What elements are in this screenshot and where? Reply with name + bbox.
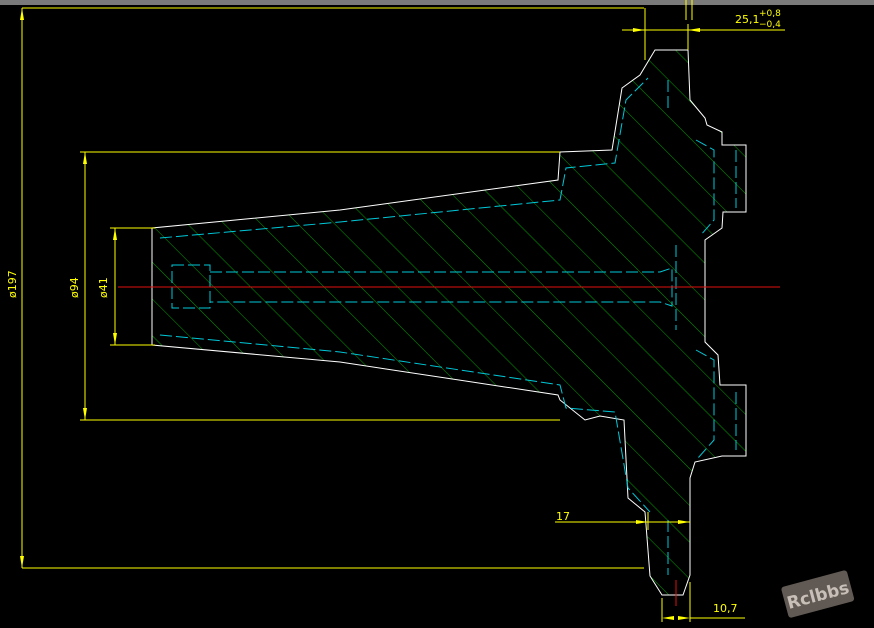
dimension-25-1: 25,1 [735, 13, 760, 26]
dimension-dia-197: ø197 [6, 270, 19, 298]
dimension-25-1-tol-plus: +0,8 [759, 9, 781, 19]
dimension-25-1-tol-minus: −0,4 [759, 20, 781, 30]
dimension-dia-94: ø94 [68, 277, 81, 298]
dimension-17: 17 [556, 510, 570, 523]
watermark-logo: Rclbbs [781, 570, 855, 618]
dimension-dia-41: ø41 [97, 277, 110, 298]
dimension-10-7: 10,7 [713, 602, 738, 615]
cad-drawing-canvas[interactable]: ø197 ø94 ø41 25,1 +0,8 −0,4 17 10,7 Rclb… [0, 0, 874, 628]
part-section-hatched[interactable] [151, 49, 747, 596]
